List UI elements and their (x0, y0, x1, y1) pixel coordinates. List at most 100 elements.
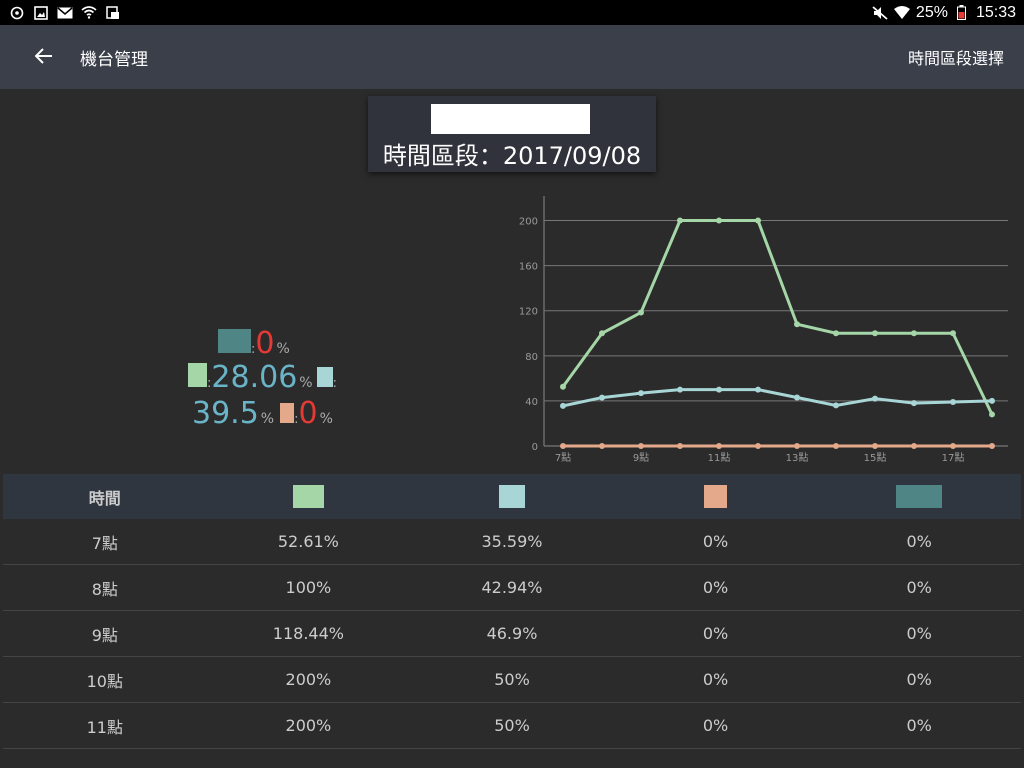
data-point (677, 443, 683, 449)
percent-sign: % (276, 341, 290, 357)
y-tick-label: 80 (525, 352, 538, 363)
cell-green: 100% (285, 578, 332, 597)
x-tick-label: 13點 (786, 451, 809, 464)
y-tick-label: 0 (532, 442, 538, 453)
y-tick-label: 160 (519, 262, 538, 273)
battery-percent: 25% (915, 3, 948, 21)
data-point (599, 394, 605, 401)
y-tick-label: 120 (519, 307, 538, 318)
battery-icon (954, 5, 970, 20)
header-swatch-dark-teal (896, 485, 943, 508)
table-header: 時間 (3, 474, 1021, 519)
percent-sign: % (260, 411, 275, 427)
data-point (794, 321, 800, 328)
data-point (638, 390, 644, 397)
x-tick-label: 11點 (708, 451, 731, 464)
data-point (638, 309, 644, 316)
series-line-1 (562, 388, 993, 408)
legend-swatch-peach (280, 403, 295, 423)
cell-peach: 0% (702, 670, 729, 689)
header-swatch-peach (704, 485, 728, 508)
data-point (716, 443, 722, 449)
legend-swatch-dark-teal (218, 329, 251, 353)
cell-dark-teal: 0% (906, 578, 932, 597)
stat-line-green: : 28.06 % : (188, 360, 337, 395)
table-row: 9點 118.44% 46.9% 0% 0% (3, 611, 1021, 657)
data-point (833, 330, 839, 337)
data-point (911, 443, 917, 449)
cell-dark-teal: 0% (906, 532, 932, 551)
green-value: 28.06 (211, 360, 298, 395)
data-point (638, 443, 644, 449)
cell-dark-teal: 0% (906, 624, 932, 643)
peach-value: 0 (298, 396, 318, 431)
colon: : (332, 376, 337, 391)
wifi-alert-icon (81, 6, 97, 20)
data-point (560, 402, 566, 409)
data-point (950, 399, 956, 406)
data-table: 時間 7點 52.61% 35.59% 0% 0% 8點 100% 42.94%… (3, 474, 1021, 749)
data-point (677, 386, 683, 393)
table-row: 7點 52.61% 35.59% 0% 0% (3, 519, 1021, 565)
image-icon (33, 5, 49, 20)
cell-dark-teal: 0% (906, 670, 932, 689)
cell-time: 7點 (91, 533, 118, 553)
cell-time: 10點 (86, 671, 123, 691)
time-range-select-button[interactable]: 時間區段選擇 (908, 45, 1004, 69)
series-line-0 (561, 219, 994, 416)
notification-icons (0, 5, 121, 20)
wifi-icon (893, 5, 910, 20)
cell-green: 200% (285, 670, 332, 689)
table-row: 10點 200% 50% 0% 0% (3, 657, 1021, 703)
x-tick-label: 15點 (864, 451, 887, 464)
mail-icon (57, 6, 73, 20)
cell-peach: 0% (702, 624, 729, 643)
percent-sign: % (299, 375, 313, 391)
time-period-label: 時間區段：2017/09/08 (382, 142, 642, 170)
legend-swatch-green (188, 363, 207, 387)
data-point (560, 383, 566, 390)
data-point (872, 395, 878, 402)
data-point (794, 443, 800, 449)
data-point (872, 443, 878, 449)
arrow-back-icon (34, 45, 53, 70)
x-tick-label: 7點 (555, 451, 571, 464)
app-bar: 機台管理 時間區段選擇 (0, 25, 1024, 89)
cell-peach: 0% (702, 532, 729, 551)
data-point (833, 443, 839, 449)
cell-green: 200% (285, 716, 332, 735)
data-point (560, 443, 566, 449)
data-point (755, 386, 761, 393)
system-status: 25% 15:33 (872, 4, 1024, 22)
data-point (950, 330, 956, 337)
data-point (716, 217, 722, 224)
data-point (950, 443, 956, 449)
y-tick-label: 200 (519, 217, 538, 228)
back-button[interactable] (24, 37, 64, 77)
data-point (599, 443, 605, 449)
cell-light-teal: 50% (494, 670, 530, 689)
cell-time: 11點 (86, 717, 123, 737)
header-light-teal (410, 485, 614, 508)
cell-dark-teal: 0% (906, 716, 932, 735)
cell-light-teal: 46.9% (486, 624, 538, 643)
data-point (911, 400, 917, 407)
data-point (599, 330, 605, 337)
y-tick-label: 40 (525, 397, 538, 408)
news-icon (105, 5, 121, 20)
data-point (794, 394, 800, 401)
table-row: 11點 200% 50% 0% 0% (3, 703, 1021, 749)
status-bar: 25% 15:33 (0, 0, 1024, 25)
dark-teal-value: 0 (255, 326, 275, 361)
cell-green: 52.61% (277, 532, 339, 551)
legend-swatch-light-teal (316, 367, 333, 387)
redacted-box (431, 104, 590, 134)
header-swatch-green (292, 485, 324, 508)
cell-peach: 0% (702, 716, 729, 735)
mute-icon (872, 5, 888, 20)
light-teal-value: 39.5 (192, 396, 259, 431)
x-tick-label: 9點 (633, 451, 649, 464)
percent-sign: % (319, 411, 333, 427)
table-row: 8點 100% 42.94% 0% 0% (3, 565, 1021, 611)
header-green (207, 485, 411, 508)
